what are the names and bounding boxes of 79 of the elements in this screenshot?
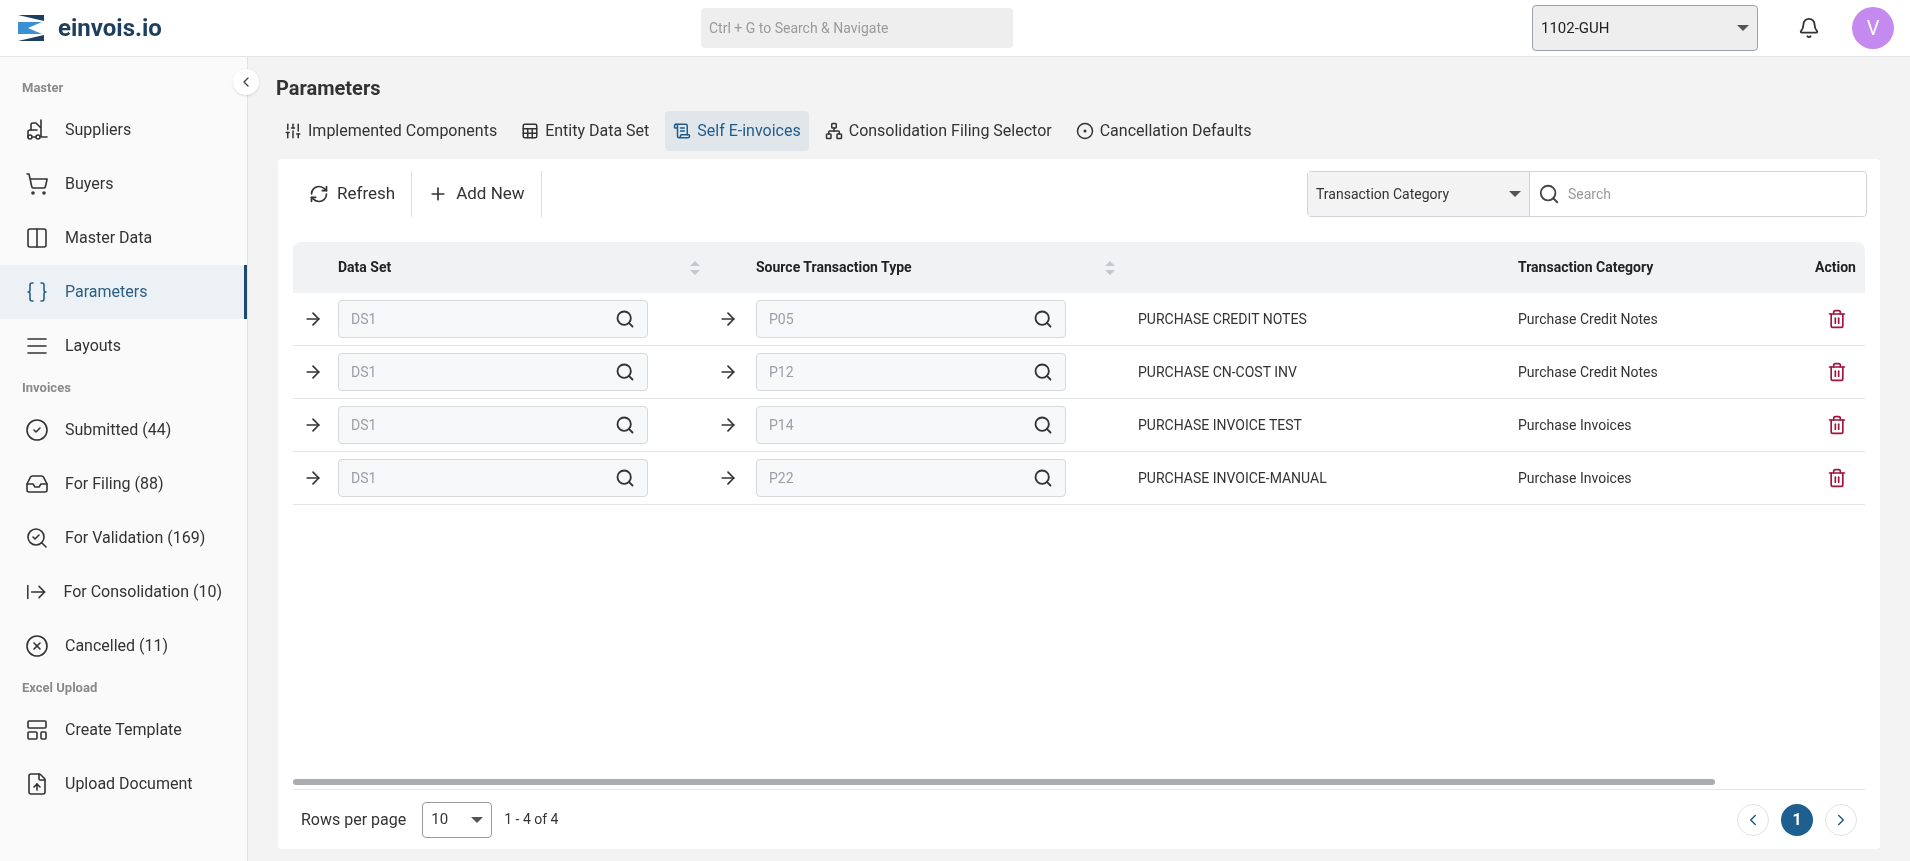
sidebar-item[interactable]: For Validation (169) [0, 511, 247, 565]
search-icon [1538, 183, 1560, 205]
tab[interactable]: Self E-invoices [665, 111, 809, 151]
logo-icon [16, 13, 46, 43]
sidebar-item[interactable]: Create Template [0, 703, 247, 757]
tab[interactable]: Entity Data Set [513, 111, 658, 151]
category-select[interactable]: Transaction Category [1308, 172, 1530, 216]
cart-icon [25, 172, 49, 196]
page-button[interactable]: 1 [1781, 803, 1813, 836]
search-icon[interactable] [1033, 468, 1053, 488]
table-cell-text: PURCHASE INVOICE TEST [1137, 415, 1303, 435]
columns-icon [25, 226, 49, 250]
column-header: Action [1815, 259, 1856, 275]
file-upload-icon [25, 772, 49, 796]
refresh-button[interactable]: Refresh [293, 171, 413, 217]
search-icon[interactable] [1033, 309, 1053, 329]
delete-icon[interactable] [1827, 468, 1847, 488]
global-search-field[interactable]: Ctrl + G to Search & Navigate [701, 8, 1013, 48]
table-cell-text: Purchase Invoices [1518, 415, 1633, 435]
scroll-icon [673, 122, 692, 140]
sidebar-item[interactable]: Upload Document [0, 757, 247, 811]
table-cell-text: PURCHASE CREDIT NOTES [1137, 309, 1308, 329]
horizontal-scrollbar[interactable] [293, 779, 1715, 785]
sidebar-item[interactable]: Layouts [0, 319, 247, 373]
table-cell-text: Purchase Invoices [1518, 468, 1633, 488]
delete-icon[interactable] [1827, 309, 1847, 329]
tab[interactable]: Implemented Components [276, 111, 506, 151]
column-header: Data Set [338, 258, 392, 277]
hierarchy-icon [824, 122, 843, 140]
notification-icon[interactable] [1798, 17, 1820, 39]
sidebar-item[interactable]: Parameters [0, 265, 247, 319]
search-icon[interactable] [615, 309, 635, 329]
table-cell-text: PURCHASE INVOICE-MANUAL [1137, 468, 1328, 488]
search-field[interactable]: Search [1568, 183, 1866, 205]
x-circle-icon [25, 634, 49, 658]
circle-dot-icon [1075, 122, 1094, 140]
sidebar-item[interactable]: Buyers [0, 157, 247, 211]
column-header: Transaction Category [1518, 259, 1654, 275]
inbox-icon [25, 472, 49, 496]
sidebar-item[interactable]: For Consolidation (10) [0, 565, 247, 619]
caret-icon [471, 816, 484, 823]
column-header: Source Transaction Type [756, 258, 912, 277]
rows-per-page-label: Rows per page [301, 808, 407, 831]
table-cell-text: PURCHASE CN-COST INV [1137, 362, 1298, 382]
rows-per-page-select[interactable]: 10 [422, 801, 493, 838]
tab[interactable]: Consolidation Filing Selector [816, 111, 1060, 151]
search-icon[interactable] [615, 362, 635, 382]
delete-icon[interactable] [1827, 415, 1847, 435]
sidebar-heading: Excel Upload [22, 679, 98, 698]
sidebar-heading: Master [22, 79, 64, 98]
sidebar-heading: Invoices [22, 379, 71, 398]
search-icon[interactable] [1033, 362, 1053, 382]
search-icon[interactable] [615, 415, 635, 435]
sliders-icon [284, 122, 302, 140]
sidebar-item[interactable]: Master Data [0, 211, 247, 265]
caret-icon [1509, 191, 1521, 197]
sidebar-item[interactable]: Suppliers [0, 103, 247, 157]
company-select[interactable]: 1102-GUH [1532, 5, 1758, 51]
braces-icon [25, 280, 49, 304]
sidebar-item[interactable]: Submitted (44) [0, 403, 247, 457]
page-title: Parameters [276, 75, 382, 102]
add-new-button[interactable]: Add New [412, 171, 542, 217]
caret-icon [1737, 25, 1749, 31]
search-icon[interactable] [615, 468, 635, 488]
search-check-icon [25, 526, 49, 550]
sidebar-item[interactable]: Cancelled (11) [0, 619, 247, 673]
template-icon [25, 718, 49, 742]
search-icon[interactable] [1033, 415, 1053, 435]
table-cell-text: Purchase Credit Notes [1518, 309, 1659, 329]
page-range: 1 - 4 of 4 [504, 810, 559, 829]
truck-icon [25, 118, 49, 142]
grid-icon [521, 122, 540, 140]
refresh-icon [309, 184, 329, 204]
table-cell-text: Purchase Credit Notes [1518, 362, 1659, 382]
sidebar-item[interactable]: For Filing (88) [0, 457, 247, 511]
delete-icon[interactable] [1827, 362, 1847, 382]
tab[interactable]: Cancellation Defaults [1067, 111, 1260, 151]
brand-name: einvois.io [58, 13, 162, 44]
check-circle-icon [25, 418, 49, 442]
